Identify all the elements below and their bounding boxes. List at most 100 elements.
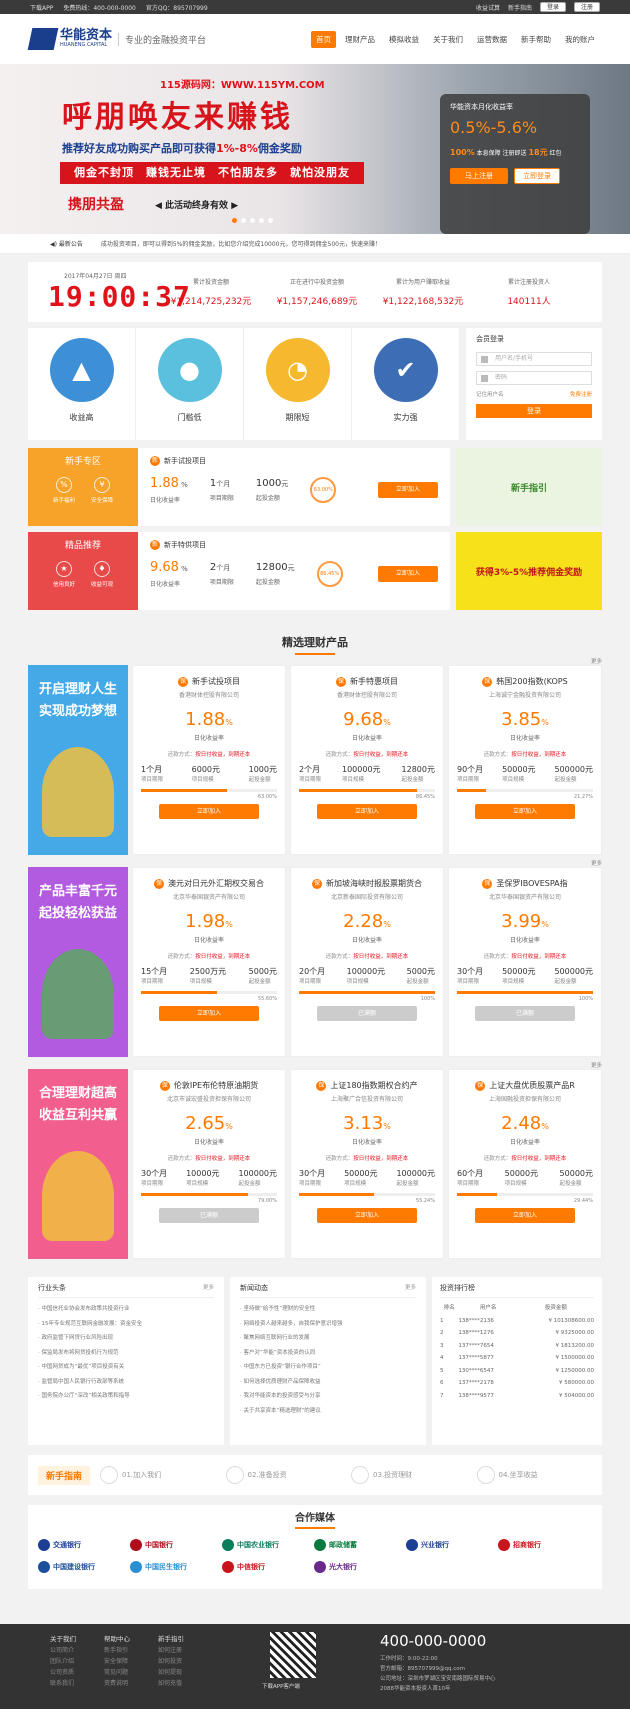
- footer-link[interactable]: 公司简介: [50, 1645, 76, 1656]
- login-button[interactable]: 登录: [539, 2, 566, 12]
- feature-item[interactable]: ▲ 收益高: [28, 328, 136, 440]
- hero-banner[interactable]: 115源码网：WWW.115YM.COM 呼朋唤友来赚钱 推荐好友成功购买产品即…: [0, 64, 630, 234]
- news-item[interactable]: 中国东方已投资“银行合作项目”: [240, 1360, 416, 1375]
- sold-out-button[interactable]: 已满额: [317, 1006, 417, 1021]
- more-link[interactable]: 更多: [203, 1283, 214, 1293]
- news-item[interactable]: 中国信托业协会发布政策共投资行业: [38, 1302, 214, 1317]
- feature-item[interactable]: ◔ 期限短: [244, 328, 352, 440]
- nav-help[interactable]: 新手帮助: [516, 31, 556, 48]
- more-link[interactable]: 更多: [28, 1061, 602, 1069]
- nav-home[interactable]: 首页: [311, 30, 336, 48]
- calc-link[interactable]: 收益试算: [476, 3, 500, 12]
- news-item[interactable]: 如何选择优质理财产品保障收益: [240, 1375, 416, 1390]
- register-button[interactable]: 注册: [573, 2, 600, 12]
- promo-name[interactable]: 新新手试投项目: [150, 456, 438, 466]
- promo-ad-banner[interactable]: 获得3%-5%推荐佣金奖励: [456, 532, 602, 610]
- logo[interactable]: 华能资本 HUANENG CAPITAL: [27, 28, 112, 50]
- more-link[interactable]: 更多: [28, 859, 602, 867]
- partner-logo[interactable]: 招商银行: [498, 1537, 578, 1553]
- partner-logo[interactable]: 邮政储蓄: [314, 1537, 394, 1553]
- footer-link[interactable]: 资费说明: [104, 1678, 130, 1689]
- register-now-button[interactable]: 马上注册: [450, 168, 508, 184]
- footer-link[interactable]: 如何投资: [158, 1656, 184, 1667]
- join-button[interactable]: 立即加入: [378, 566, 438, 582]
- news-item[interactable]: 聚焦网络互联网行业的发展: [240, 1331, 416, 1346]
- news-item[interactable]: 政府监管下网贷行业风险出现: [38, 1331, 214, 1346]
- carousel-dot[interactable]: [259, 218, 264, 223]
- nav-simulate[interactable]: 模拟收益: [384, 31, 424, 48]
- nav-account[interactable]: 我的账户: [560, 31, 600, 48]
- more-link[interactable]: 更多: [28, 657, 602, 665]
- nav-data[interactable]: 运营数据: [472, 31, 512, 48]
- promo-name[interactable]: 新新手特供项目: [150, 540, 438, 550]
- join-button[interactable]: 立即加入: [475, 804, 575, 819]
- guide-step[interactable]: 01.加入我们: [100, 1466, 216, 1484]
- news-item[interactable]: 坚持做“给予性”理财的安全性: [240, 1302, 416, 1317]
- partner-logo[interactable]: 光大银行: [314, 1559, 394, 1575]
- partner-logo[interactable]: 兴业银行: [406, 1537, 486, 1553]
- notice-text[interactable]: 成功投资项目，即可以得到5%的佣金奖励，比如您介绍完成10000元，您可得到佣金…: [101, 239, 381, 248]
- news-item[interactable]: 网络投资人越来越多，自我保护意识增强: [240, 1317, 416, 1332]
- product-name[interactable]: 保圣保罗IBOVESPA指: [457, 878, 593, 889]
- join-button[interactable]: 立即加入: [159, 1006, 259, 1021]
- news-item[interactable]: 保监局发布将网贷投机行为规范: [38, 1346, 214, 1361]
- promo-side-item[interactable]: % 新手福利: [53, 477, 75, 504]
- product-name[interactable]: 保上证180指数期权合约产: [299, 1080, 435, 1091]
- free-register-link[interactable]: 免费注册: [570, 390, 592, 398]
- guide-step[interactable]: 04.坐享收益: [476, 1466, 593, 1484]
- product-name[interactable]: 保韩国200指数(KOPS: [457, 676, 593, 687]
- footer-link[interactable]: 如何充值: [158, 1678, 184, 1689]
- footer-link[interactable]: 安全保障: [104, 1656, 130, 1667]
- more-link[interactable]: 更多: [405, 1283, 416, 1293]
- footer-link[interactable]: 新手指引: [104, 1645, 130, 1656]
- news-item[interactable]: 我对华能资本的投资感受与分享: [240, 1389, 416, 1404]
- nav-products[interactable]: 理财产品: [340, 31, 380, 48]
- join-button[interactable]: 立即加入: [317, 804, 417, 819]
- promo-side-item[interactable]: ♦ 收益可观: [91, 561, 113, 588]
- nav-about[interactable]: 关于我们: [428, 31, 468, 48]
- carousel-dot[interactable]: [232, 218, 237, 223]
- join-button[interactable]: 立即加入: [378, 482, 438, 498]
- guide-step[interactable]: 03.投资理财: [351, 1466, 467, 1484]
- app-download-link[interactable]: 下载APP: [30, 3, 53, 12]
- feature-item[interactable]: ● 门槛低: [136, 328, 244, 440]
- product-name[interactable]: 保澳元对日元外汇期权交易合: [141, 878, 277, 889]
- partner-logo[interactable]: 中国民生银行: [130, 1559, 210, 1575]
- partner-logo[interactable]: 中国银行: [130, 1537, 210, 1553]
- product-name[interactable]: 保伦敦IPE布伦特原油期货: [141, 1080, 277, 1091]
- username-input[interactable]: 用户名/手机号: [476, 352, 592, 366]
- footer-link[interactable]: 常见问题: [104, 1667, 130, 1678]
- news-item[interactable]: 客户对“华能”资本投资的认同: [240, 1346, 416, 1361]
- news-item[interactable]: 关于共享资本“精选理财”的建议: [240, 1404, 416, 1419]
- sold-out-button[interactable]: 已满额: [475, 1006, 575, 1021]
- join-button[interactable]: 立即加入: [317, 1208, 417, 1223]
- partner-logo[interactable]: 交通银行: [38, 1537, 118, 1553]
- partner-logo[interactable]: 中国农业银行: [222, 1537, 302, 1553]
- sold-out-button[interactable]: 已满额: [159, 1208, 259, 1223]
- promo-side-item[interactable]: ★ 信用良好: [53, 561, 75, 588]
- login-now-button[interactable]: 立即登录: [514, 168, 560, 184]
- remember-checkbox[interactable]: 记住用户名: [476, 390, 504, 398]
- login-submit-button[interactable]: 登录: [476, 404, 592, 418]
- join-button[interactable]: 立即加入: [475, 1208, 575, 1223]
- promo-ad-banner[interactable]: 新手指引: [456, 448, 602, 526]
- guide-link[interactable]: 新手指南: [508, 3, 532, 12]
- news-item[interactable]: 中国网贷成为“最优”项目投资有关: [38, 1360, 214, 1375]
- feature-item[interactable]: ✔ 实力强: [352, 328, 460, 440]
- guide-step[interactable]: 02.准备投资: [225, 1466, 342, 1484]
- partner-logo[interactable]: 中国建设银行: [38, 1559, 118, 1575]
- product-name[interactable]: 保新手特惠项目: [299, 676, 435, 687]
- product-name[interactable]: 保上证大盘优质股票产品R: [457, 1080, 593, 1091]
- product-name[interactable]: 保新加坡海峡时报股票期货合: [299, 878, 435, 889]
- product-name[interactable]: 保新手试投项目: [141, 676, 277, 687]
- news-item[interactable]: 监管局中国人民银行行政部等系统: [38, 1375, 214, 1390]
- carousel-dot[interactable]: [268, 218, 273, 223]
- partner-logo[interactable]: 中信银行: [222, 1559, 302, 1575]
- footer-link[interactable]: 公司资质: [50, 1667, 76, 1678]
- carousel-dot[interactable]: [250, 218, 255, 223]
- footer-link[interactable]: 如何提现: [158, 1667, 184, 1678]
- news-item[interactable]: 国务院办公厅“深改”相关政策和指导: [38, 1389, 214, 1404]
- join-button[interactable]: 立即加入: [159, 804, 259, 819]
- promo-side-item[interactable]: ¥ 安全保障: [91, 477, 113, 504]
- password-input[interactable]: 密码: [476, 371, 592, 385]
